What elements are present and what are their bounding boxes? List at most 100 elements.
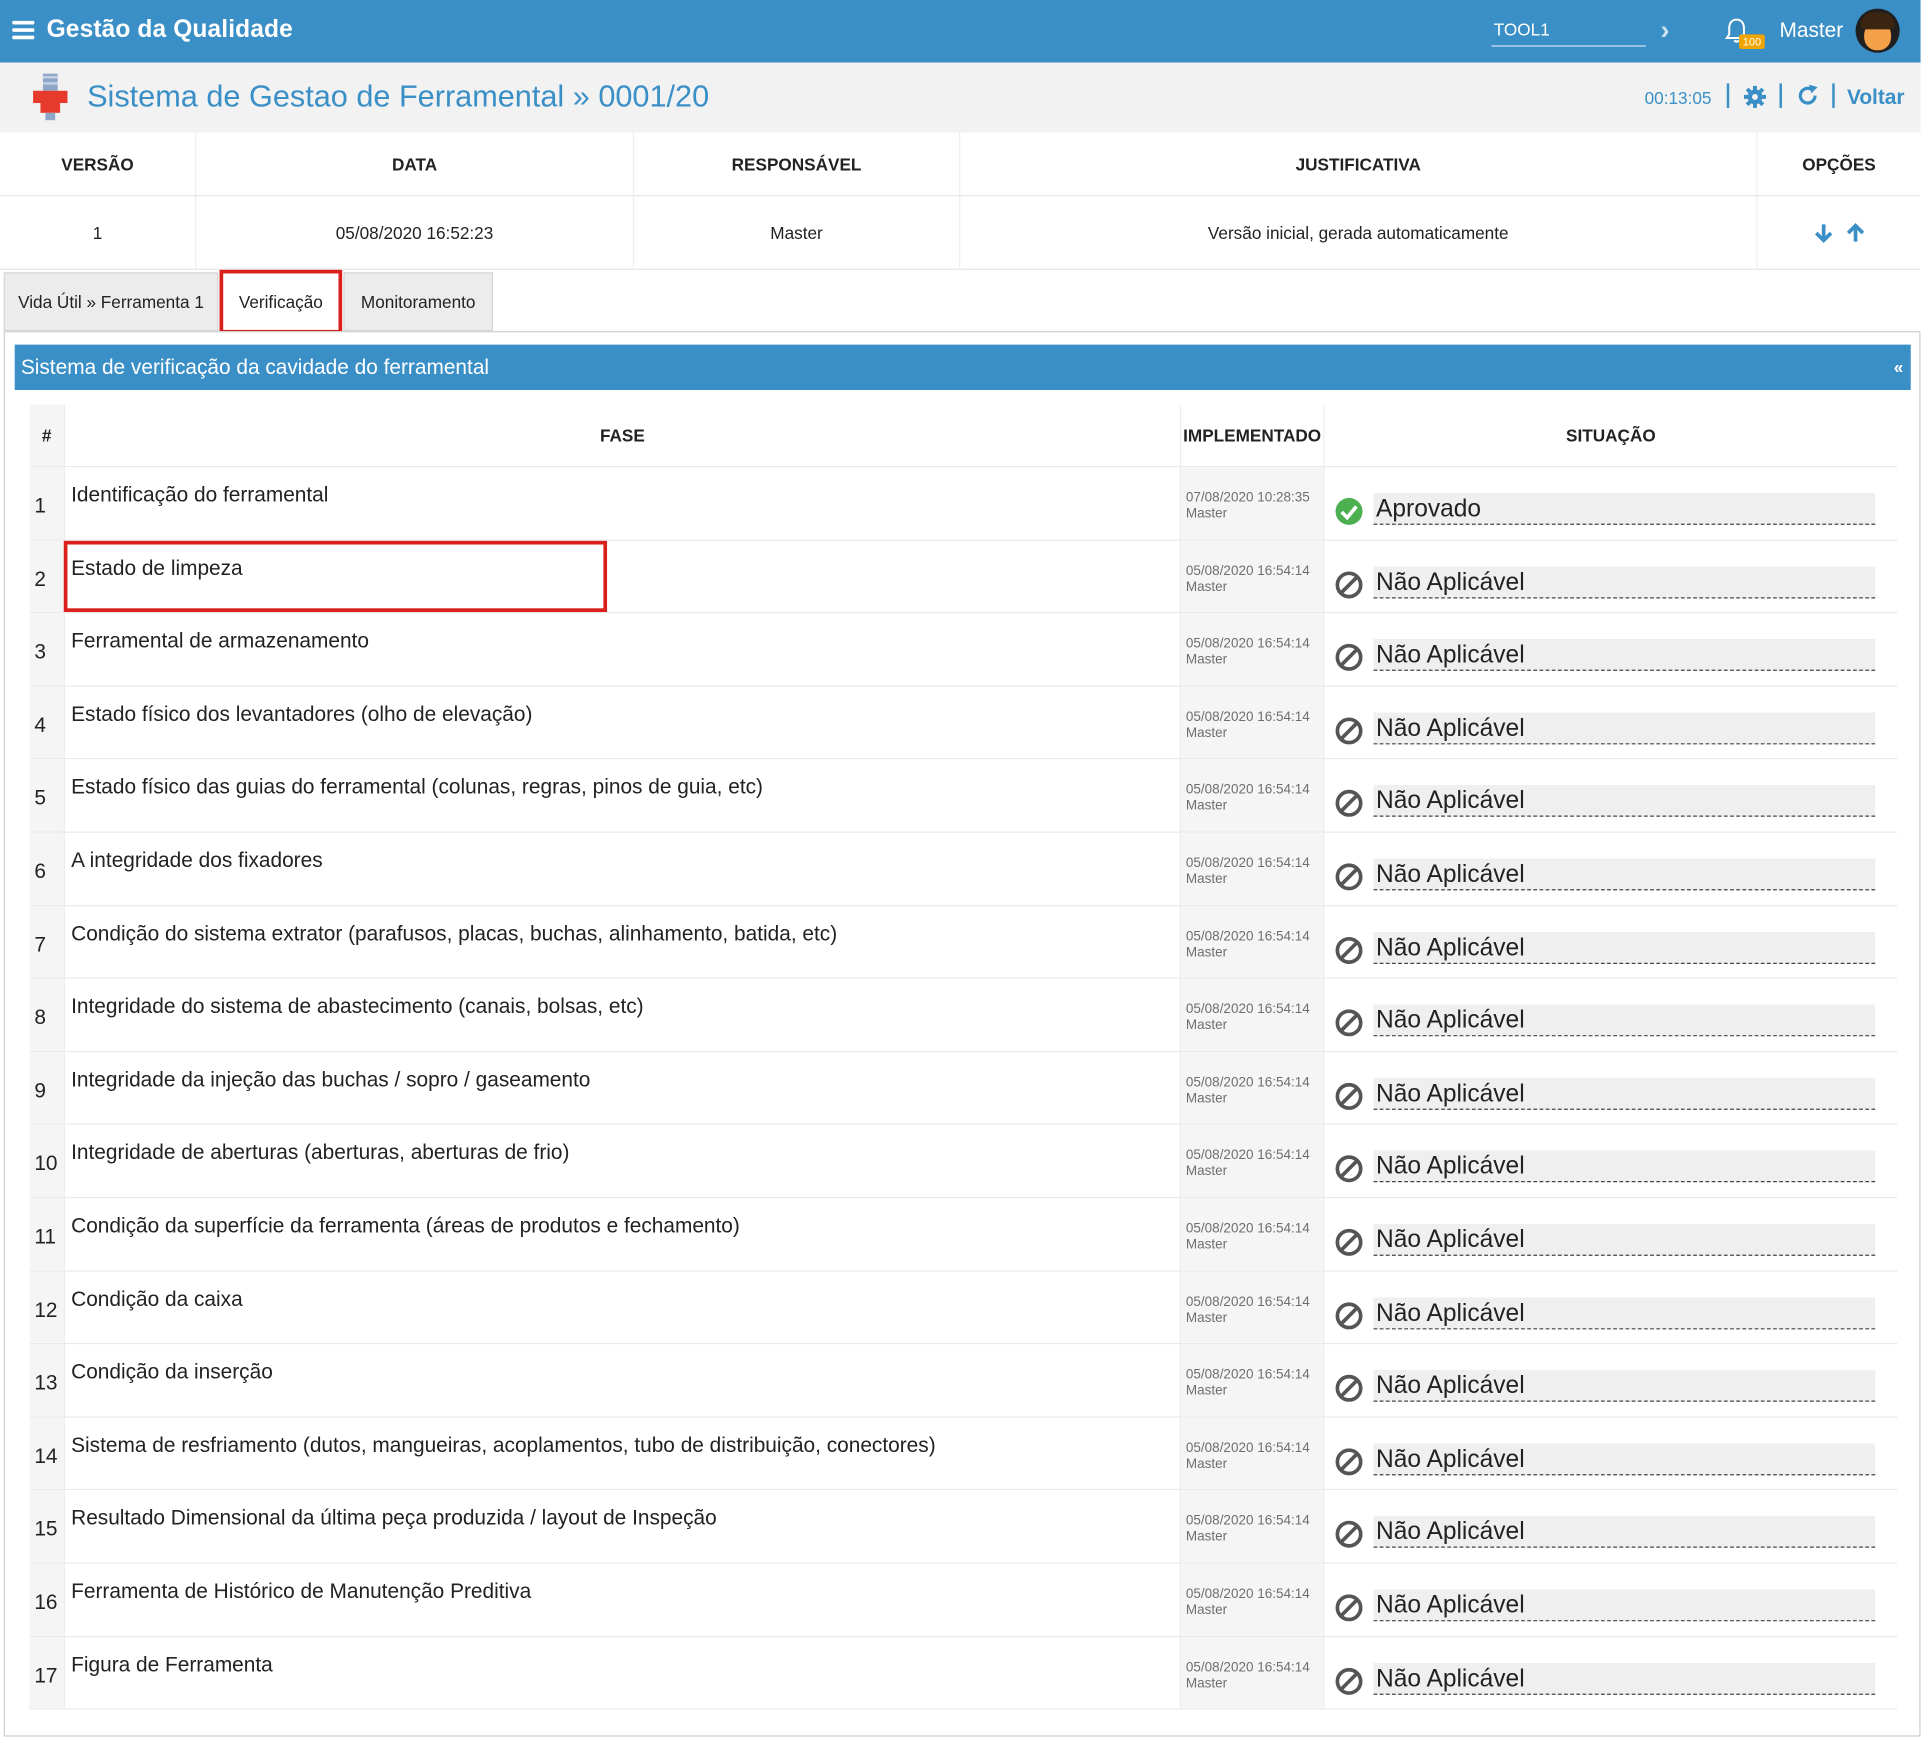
status-cell: Não Aplicável — [1323, 613, 1897, 686]
row-number-cell: 1 — [29, 467, 64, 540]
status-select[interactable]: Não Aplicável — [1373, 785, 1876, 818]
user-name[interactable]: Master — [1780, 18, 1844, 43]
verification-table-header: # FASE IMPLEMENTADO SITUAÇÃO — [29, 404, 1898, 468]
hamburger-menu-icon[interactable] — [12, 20, 35, 41]
version-date: 05/08/2020 16:52:23 — [196, 196, 635, 269]
implemented-date: 05/08/2020 16:54:14 — [1185, 1148, 1310, 1164]
ban-icon — [1335, 790, 1363, 818]
status-cell: Não Aplicável — [1323, 540, 1897, 613]
status-cell: Não Aplicável — [1323, 1636, 1897, 1709]
status-select[interactable]: Não Aplicável — [1373, 1223, 1876, 1256]
arrow-up-icon[interactable] — [1844, 221, 1866, 243]
row-number-cell: 5 — [29, 759, 64, 832]
status-cell: Aprovado — [1323, 467, 1897, 540]
avatar[interactable] — [1855, 8, 1900, 53]
implemented-cell: 05/08/2020 16:54:14 Master — [1179, 540, 1324, 613]
status-cell: Não Aplicável — [1323, 1125, 1897, 1197]
status-cell: Não Aplicável — [1323, 832, 1897, 905]
tab-vida-util[interactable]: Vida Útil » Ferramenta 1 — [3, 272, 219, 332]
phase-cell: Sistema de resfriamento (dutos, mangueir… — [63, 1417, 1180, 1490]
arrow-down-icon[interactable] — [1812, 221, 1834, 243]
top-bar: Gestão da Qualidade › 100 Master — [0, 0, 1921, 63]
ban-icon — [1335, 1374, 1363, 1402]
row-number: 17 — [34, 1663, 58, 1687]
status-cell: Não Aplicável — [1323, 1417, 1897, 1490]
page-header: Sistema de Gestao de Ferramental » 0001/… — [0, 62, 1921, 133]
check-circle-icon — [1335, 497, 1363, 525]
tab-bar: Vida Útil » Ferramenta 1 Verificação Mon… — [0, 269, 1921, 334]
phase-cell: Condição do sistema extrator (parafusos,… — [63, 905, 1180, 978]
ban-icon — [1335, 1301, 1363, 1329]
row-number: 3 — [34, 640, 46, 664]
table-row: 4 Estado físico dos levantadores (olho de… — [29, 686, 1898, 760]
implemented-user: Master — [1185, 1383, 1228, 1399]
ban-icon — [1335, 571, 1363, 598]
status-select[interactable]: Não Aplicável — [1373, 1370, 1876, 1402]
implemented-user: Master — [1185, 945, 1228, 960]
phase-name: Integridade do sistema de abastecimento … — [71, 994, 644, 1019]
table-row: 5 Estado físico das guias do ferramental … — [29, 759, 1898, 833]
row-number-cell: 14 — [29, 1417, 64, 1490]
phase-name: Condição do sistema extrator (parafusos,… — [71, 921, 838, 946]
status-select[interactable]: Não Aplicável — [1373, 1004, 1876, 1037]
row-number-cell: 3 — [29, 613, 64, 686]
row-number: 13 — [34, 1371, 58, 1395]
header-justification: JUSTIFICATIVA — [960, 132, 1758, 195]
row-number: 4 — [34, 713, 46, 737]
phase-name: Estado físico das guias do ferramental (… — [71, 775, 763, 799]
refresh-icon[interactable] — [1795, 83, 1820, 108]
phase-name: Integridade da injeção das buchas / sopr… — [71, 1067, 591, 1092]
phase-name: A integridade dos fixadores — [71, 848, 323, 872]
status-select[interactable]: Não Aplicável — [1373, 931, 1876, 964]
status-select[interactable]: Não Aplicável — [1373, 712, 1876, 745]
status-cell: Não Aplicável — [1323, 1198, 1897, 1270]
highlight-box — [63, 540, 608, 612]
row-number: 2 — [34, 567, 46, 591]
status-select[interactable]: Não Aplicável — [1373, 1662, 1876, 1695]
collapse-icon[interactable]: « — [1894, 357, 1904, 377]
table-row: 12 Condição da caixa 05/08/2020 16:54:14 Ma… — [29, 1271, 1898, 1345]
gear-icon[interactable] — [1743, 85, 1768, 110]
status-select[interactable]: Não Aplicável — [1373, 639, 1876, 672]
implemented-user: Master — [1185, 1529, 1228, 1545]
row-number: 5 — [34, 786, 46, 810]
phase-name: Condição da inserção — [71, 1360, 273, 1384]
status-select[interactable]: Não Aplicável — [1373, 1589, 1876, 1622]
row-number: 14 — [34, 1444, 58, 1468]
implemented-date: 05/08/2020 16:54:14 — [1185, 929, 1310, 944]
status-select[interactable]: Não Aplicável — [1373, 566, 1876, 598]
phase-cell: Figura de Ferramenta — [63, 1636, 1180, 1709]
status-cell: Não Aplicável — [1323, 1344, 1897, 1417]
divider — [1832, 83, 1835, 108]
implemented-date: 05/08/2020 16:54:14 — [1185, 1075, 1310, 1090]
status-select[interactable]: Aprovado — [1373, 493, 1876, 525]
status-select[interactable]: Não Aplicável — [1373, 1296, 1876, 1329]
implemented-date: 07/08/2020 10:28:35 — [1185, 490, 1310, 506]
ban-icon — [1335, 717, 1363, 745]
status-cell: Não Aplicável — [1323, 759, 1897, 832]
back-link[interactable]: Voltar — [1847, 86, 1905, 111]
status-select[interactable]: Não Aplicável — [1373, 1077, 1876, 1110]
tab-verificacao[interactable]: Verificação — [219, 269, 343, 334]
implemented-user: Master — [1185, 1310, 1228, 1326]
status-select[interactable]: Não Aplicável — [1373, 1516, 1876, 1549]
row-number-cell: 2 — [29, 540, 64, 613]
chevron-right-icon[interactable]: › — [1661, 15, 1670, 47]
row-number: 8 — [34, 1005, 46, 1030]
implemented-cell: 05/08/2020 16:54:14 Master — [1179, 759, 1324, 832]
status-select[interactable]: Não Aplicável — [1373, 1443, 1876, 1476]
implemented-date: 05/08/2020 16:54:14 — [1185, 1659, 1310, 1675]
version-table: VERSÃO DATA RESPONSÁVEL JUSTIFICATIVA OP… — [0, 132, 1921, 270]
row-number: 11 — [34, 1225, 56, 1249]
tool-search-input[interactable] — [1491, 13, 1646, 47]
implemented-cell: 05/08/2020 16:54:14 Master — [1179, 1198, 1324, 1270]
status-select[interactable]: Não Aplicável — [1373, 858, 1876, 891]
implemented-date: 05/08/2020 16:54:14 — [1185, 855, 1310, 871]
divider — [1726, 83, 1730, 108]
implemented-user: Master — [1185, 798, 1228, 814]
phase-cell: Condição da caixa — [63, 1271, 1180, 1344]
implemented-cell: 05/08/2020 16:54:14 Master — [1179, 1125, 1324, 1197]
tab-monitoramento[interactable]: Monitoramento — [343, 272, 494, 332]
status-select[interactable]: Não Aplicável — [1373, 1150, 1876, 1183]
header-implemented: IMPLEMENTADO — [1179, 404, 1324, 467]
